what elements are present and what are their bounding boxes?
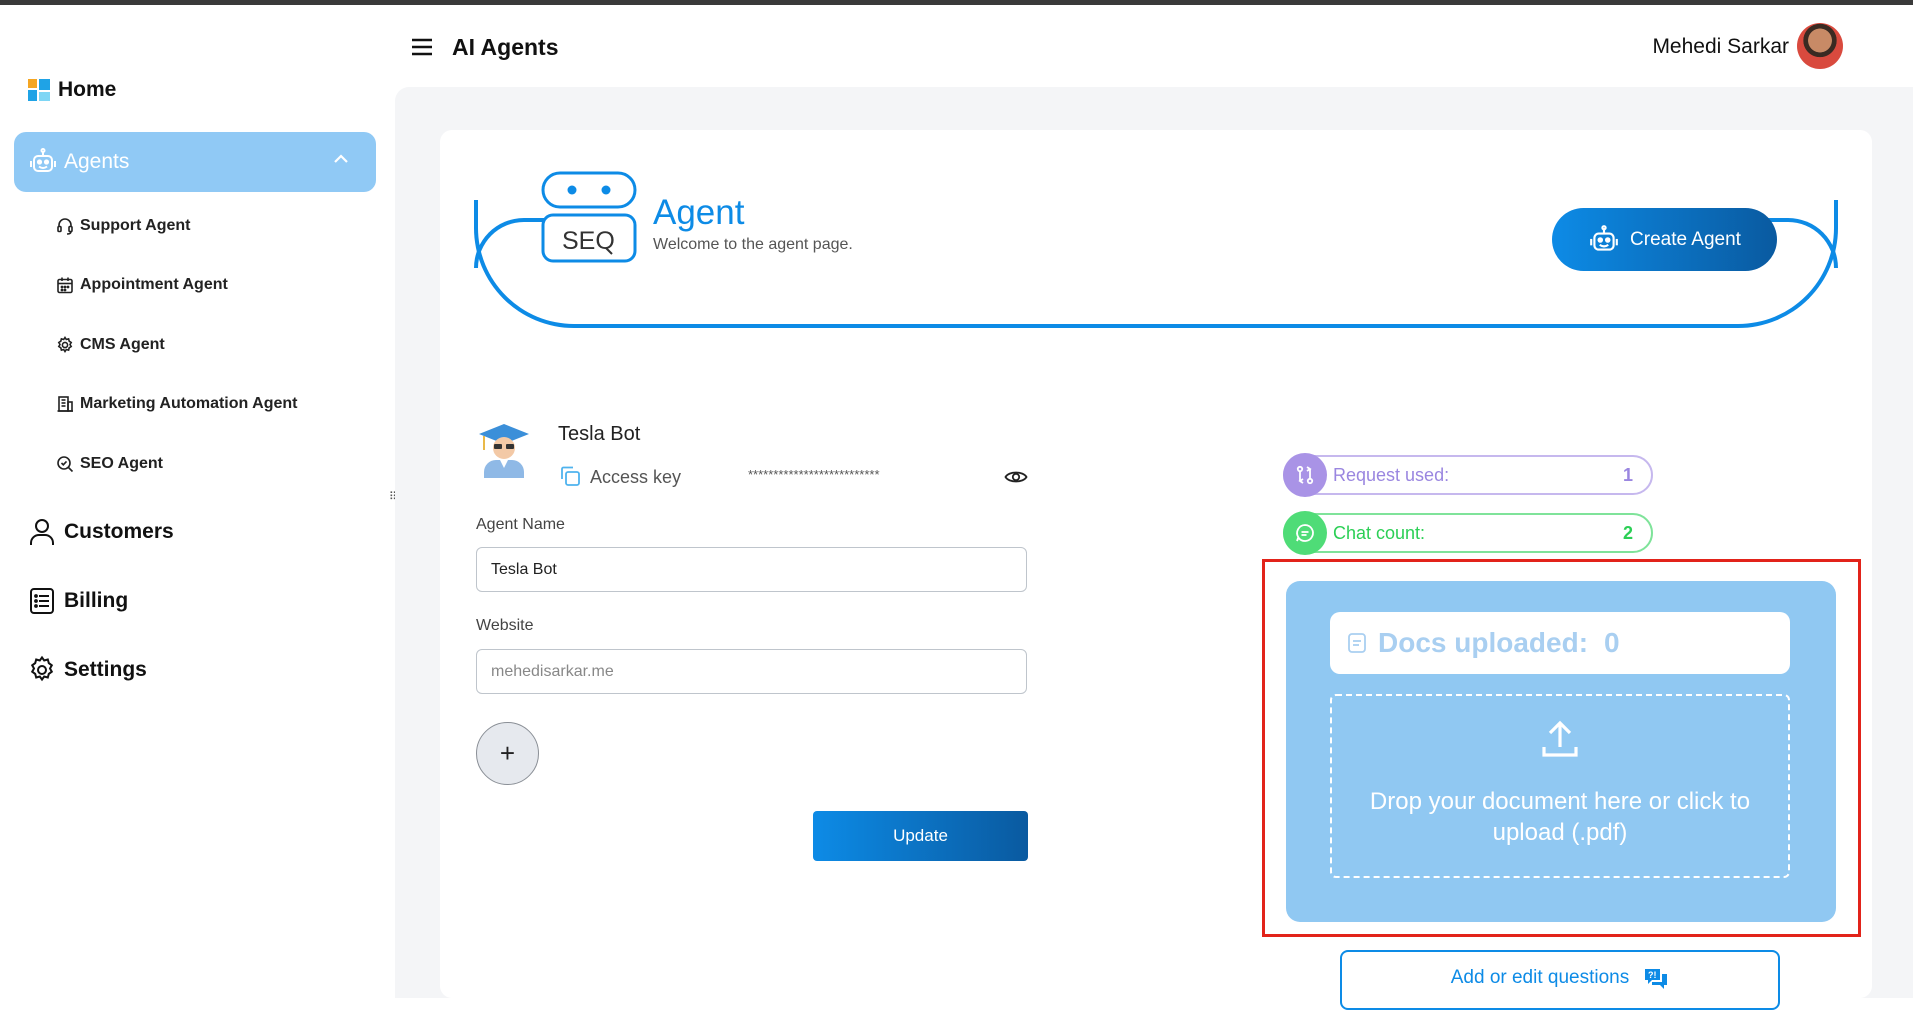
sidebar-item-agents[interactable]: Agents — [14, 132, 376, 192]
agent-name-label: Agent Name — [476, 516, 565, 533]
sidebar: Home Agents Support Agent Appointment Ag… — [0, 5, 390, 998]
bot-name: Tesla Bot — [558, 423, 641, 445]
sidebar-item-label: Billing — [64, 589, 129, 612]
hero-subtitle: Welcome to the agent page. — [653, 236, 853, 253]
settings-icon — [30, 655, 54, 682]
document-icon — [1348, 633, 1366, 653]
chat-count-value: 2 — [1622, 522, 1633, 543]
seo-robot-icon: SEO — [541, 171, 637, 263]
docs-uploaded-label: Docs uploaded: — [1378, 627, 1589, 658]
sidebar-subitem-appointment-agent[interactable]: Appointment Agent — [56, 276, 228, 294]
eye-icon[interactable] — [1004, 468, 1028, 486]
website-label: Website — [476, 617, 534, 634]
create-agent-button[interactable]: Create Agent — [1552, 208, 1777, 271]
add-field-button[interactable]: + — [476, 722, 539, 785]
sidebar-item-settings[interactable]: Settings — [28, 655, 147, 685]
add-edit-questions-label: Add or edit questions — [1450, 967, 1630, 988]
gear-icon — [57, 336, 73, 353]
hero-title: Agent — [653, 193, 745, 232]
user-icon — [30, 519, 54, 545]
sidebar-subitem-marketing-automation-agent[interactable]: Marketing Automation Agent — [56, 395, 297, 413]
copy-icon[interactable] — [558, 464, 582, 488]
sidebar-item-home-label: Home — [58, 78, 117, 101]
question-chat-icon: ?! — [1645, 969, 1668, 989]
chevron-up-icon[interactable] — [332, 150, 350, 168]
request-used-label: Request used: — [1333, 464, 1450, 485]
sidebar-subitem-label: SEO Agent — [80, 455, 163, 472]
robot-icon — [1590, 224, 1618, 251]
chat-bubble-icon — [1283, 511, 1327, 555]
sidebar-subitem-seo-agent[interactable]: SEO Agent — [56, 455, 163, 473]
sidebar-item-agents-label: Agents — [64, 150, 130, 173]
add-edit-questions-button[interactable]: Add or edit questions ?! — [1340, 950, 1780, 1010]
chat-count-stat: Chat count: 2 — [1283, 511, 1653, 555]
svg-text:?!: ?! — [1648, 970, 1657, 980]
request-used-stat: Request used: 1 — [1283, 453, 1653, 497]
sidebar-subitem-cms-agent[interactable]: CMS Agent — [56, 336, 165, 354]
create-agent-label: Create Agent — [1630, 228, 1741, 250]
chat-count-label: Chat count: — [1333, 522, 1426, 543]
sidebar-item-label: Settings — [64, 658, 147, 681]
access-key-label: Access key — [590, 467, 682, 487]
sidebar-item-label: Customers — [64, 520, 174, 543]
sidebar-subitem-support-agent[interactable]: Support Agent — [56, 217, 191, 235]
avatar[interactable] — [1797, 23, 1843, 69]
update-button[interactable]: Update — [813, 811, 1028, 861]
agent-name-input[interactable] — [476, 547, 1027, 592]
sidebar-item-customers[interactable]: Customers — [28, 517, 174, 547]
home-logo-icon — [28, 79, 50, 101]
sidebar-subitem-label: Marketing Automation Agent — [80, 395, 298, 412]
website-input[interactable] — [476, 649, 1027, 694]
robot-icon — [30, 148, 56, 172]
search-check-icon — [57, 456, 74, 473]
upload-icon — [1542, 720, 1578, 757]
drop-instructions: Drop your document here or click to uplo… — [1369, 788, 1751, 846]
seo-robot-label: SEO — [562, 227, 615, 255]
sidebar-item-billing[interactable]: Billing — [28, 586, 128, 616]
calendar-icon — [57, 277, 73, 294]
building-icon — [57, 396, 73, 412]
sidebar-subitem-label: Support Agent — [80, 217, 191, 234]
access-key-value: ************************** — [748, 467, 880, 482]
sidebar-subitem-label: Appointment Agent — [80, 276, 228, 293]
docs-uploaded-bar: Docs uploaded: 0 — [1330, 612, 1790, 674]
git-compare-icon — [1283, 453, 1327, 497]
docs-uploaded-count: 0 — [1604, 627, 1620, 658]
sidebar-item-home[interactable]: Home — [28, 77, 116, 103]
graduate-avatar-icon — [479, 424, 529, 478]
header: AI Agents Mehedi Sarkar — [395, 5, 1913, 87]
user-name: Mehedi Sarkar — [1652, 35, 1789, 58]
hamburger-menu-icon[interactable] — [411, 38, 433, 56]
receipt-icon — [30, 588, 54, 614]
page-title: AI Agents — [452, 34, 559, 60]
sidebar-subitem-label: CMS Agent — [80, 336, 165, 353]
request-used-value: 1 — [1622, 464, 1633, 485]
headset-icon — [57, 218, 73, 235]
